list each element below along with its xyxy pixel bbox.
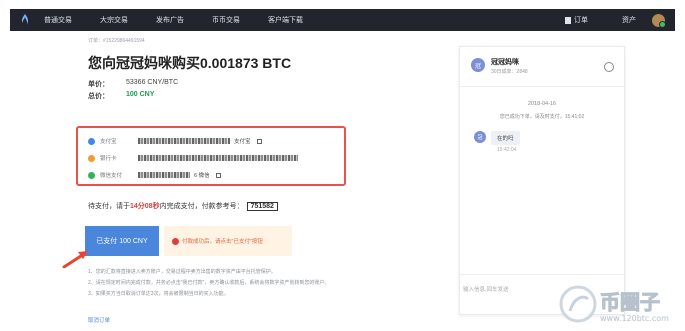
payment-countdown: 待支付，请于 14分08秒 内完成支付，付款参考号： 751582 <box>88 201 278 211</box>
nav-item-coin-trade[interactable]: 币币交易 <box>212 15 240 25</box>
payment-method-alipay[interactable]: 支付宝 支付宝 <box>88 137 262 145</box>
message-avatar: 冠 <box>474 131 486 143</box>
total-price-row: 总价： 100 CNY <box>88 91 154 101</box>
reference-code: 751582 <box>246 201 278 211</box>
payment-method-wechat[interactable]: 微信支付 6 微信 <box>88 171 221 179</box>
total-price-value: 100 CNY <box>126 91 155 98</box>
payment-method-bank[interactable]: 银行卡 <box>88 154 302 162</box>
chat-system-message: 您已成功下单，请及时支付，15:41:02 <box>499 114 585 120</box>
payment-method-name: 支付宝 <box>100 139 117 145</box>
logo-icon[interactable] <box>18 13 32 27</box>
countdown-timer: 14分08秒 <box>130 203 160 210</box>
tip-line: 2、请在规定时间内完成付款，并务必点击"我已付款"，卖方确认收款后，系统会将数字… <box>88 280 330 286</box>
blurred-account <box>138 138 230 144</box>
bank-card-icon <box>88 154 95 162</box>
wait-prefix: 待支付，请于 <box>88 203 130 210</box>
tip-line: 3、如果买方当日取消订单达3次，将会被限制当日的买入功能。 <box>88 291 229 297</box>
paid-button[interactable]: 已支付 100 CNY <box>85 226 159 256</box>
payment-methods-box: 支付宝 支付宝 银行卡 微信支付 6 微信 <box>76 126 346 186</box>
nav-item-download[interactable]: 客户端下载 <box>268 15 303 25</box>
order-number: 订单：#15229864491594 <box>88 38 145 44</box>
chat-header: 冠 冠冠妈咪 30日成单：2848 <box>460 47 624 87</box>
payment-method-extra: 6 微信 <box>194 173 210 179</box>
chat-message: 在的吗 <box>491 131 520 145</box>
nav-orders-label: 订单 <box>574 17 588 24</box>
user-avatar[interactable] <box>652 13 666 28</box>
page-title: 您向冠冠妈咪购买0.001873 BTC <box>88 55 292 71</box>
blurred-account <box>138 172 190 178</box>
qr-code-icon[interactable] <box>215 172 221 178</box>
nav-item-normal-trade[interactable]: 普通交易 <box>44 15 72 25</box>
seller-name[interactable]: 冠冠妈咪 <box>491 57 519 67</box>
wait-middle: 内完成支付，付款参考号： <box>159 203 244 210</box>
svg-text:币圈子: 币圈子 <box>600 290 660 314</box>
nav-orders[interactable]: 订单 <box>565 15 588 25</box>
nav-item-block-trade[interactable]: 大宗交易 <box>100 15 128 25</box>
payment-method-name: 银行卡 <box>100 156 117 162</box>
paid-notice: 付款成功后，请点击"已支付"按钮 <box>164 226 292 256</box>
order-icon <box>565 16 571 24</box>
notice-text: 付款成功后，请点击"已支付"按钮 <box>182 239 263 245</box>
top-nav: 普通交易 大宗交易 发布广告 币币交易 客户端下载 订单 资产 <box>10 9 675 31</box>
cancel-order-link[interactable]: 取消订单 <box>88 316 110 324</box>
qr-code-icon[interactable] <box>256 138 262 144</box>
blurred-account <box>138 155 298 161</box>
nav-right: 订单 资产 <box>565 13 666 28</box>
nav-item-post-ad[interactable]: 发布广告 <box>156 15 184 25</box>
nav-assets[interactable]: 资产 <box>622 15 636 25</box>
chat-date: 2018-04-16 <box>527 101 557 107</box>
unit-price-value: 53366 CNY/BTC <box>126 79 179 86</box>
seller-stats: 30日成单：2848 <box>491 69 528 75</box>
payment-method-extra: 支付宝 <box>234 139 251 145</box>
total-price-label: 总价： <box>88 93 109 100</box>
svg-text:www.120btc.com: www.120btc.com <box>600 314 669 323</box>
alipay-icon <box>88 137 95 145</box>
phone-icon[interactable] <box>604 62 614 72</box>
message-time: 15:42:04 <box>497 147 517 153</box>
wechat-icon <box>88 171 95 179</box>
arrow-annotation-icon <box>62 251 88 268</box>
warning-icon <box>172 237 179 245</box>
seller-avatar: 冠 <box>471 58 485 72</box>
watermark-logo: 币圈子 www.120btc.com <box>559 285 669 323</box>
unit-price-label: 单价： <box>88 81 109 88</box>
chat-input-placeholder: 输入信息,回车发送 <box>463 287 509 293</box>
unit-price-row: 单价： 53366 CNY/BTC <box>88 79 178 89</box>
tip-line: 1、您的汇款将直接进入卖方账户，交易过程中卖方出售的数字资产由平台托管保护。 <box>88 269 276 275</box>
chat-panel: 冠 冠冠妈咪 30日成单：2848 2018-04-16 您已成功下单，请及时支… <box>459 46 625 315</box>
payment-method-name: 微信支付 <box>100 173 123 179</box>
